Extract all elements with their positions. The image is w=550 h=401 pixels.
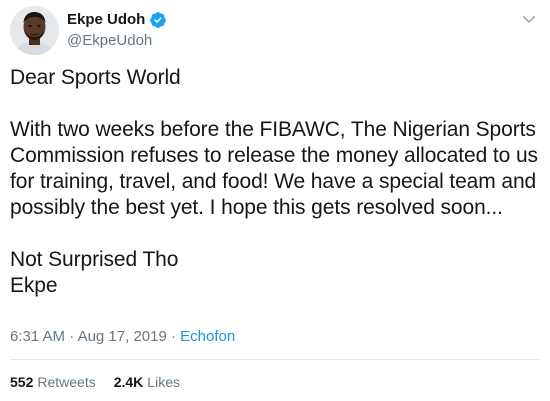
author-handle[interactable]: @EkpeUdoh — [67, 31, 152, 51]
tweet-paragraph: Not Surprised Tho Ekpe — [10, 248, 179, 297]
author-name-row[interactable]: Ekpe Udoh — [67, 10, 167, 30]
retweets-label: Retweets — [37, 374, 96, 390]
tweet-paragraph: Dear Sports World — [10, 66, 181, 89]
divider — [10, 359, 540, 360]
avatar[interactable] — [10, 6, 59, 55]
tweet-card: Ekpe Udoh @EkpeUdoh Dear Sports World Wi… — [0, 0, 550, 401]
likes-label: Likes — [147, 374, 180, 390]
tweet-paragraph: With two weeks before the FIBAWC, The Ni… — [10, 118, 538, 219]
tweet-meta: 6:31 AM · Aug 17, 2019 · Echofon — [10, 327, 235, 347]
verified-badge-icon — [149, 11, 167, 29]
retweets-stat[interactable]: 552 Retweets — [10, 372, 96, 392]
chevron-down-icon[interactable] — [520, 10, 538, 28]
author-display-name[interactable]: Ekpe Udoh — [67, 10, 145, 30]
tweet-date[interactable]: Aug 17, 2019 — [78, 328, 167, 345]
tweet-source-link[interactable]: Echofon — [180, 328, 235, 345]
likes-count: 2.4K — [113, 374, 144, 390]
tweet-time[interactable]: 6:31 AM — [10, 328, 65, 345]
retweets-count: 552 — [10, 374, 34, 390]
tweet-stats: 552 Retweets 2.4K Likes — [10, 372, 180, 392]
meta-separator: · — [166, 328, 181, 345]
profile-photo — [10, 6, 59, 55]
tweet-text: Dear Sports World With two weeks before … — [10, 65, 542, 299]
likes-stat[interactable]: 2.4K Likes — [114, 372, 180, 392]
meta-separator: · — [65, 328, 78, 345]
